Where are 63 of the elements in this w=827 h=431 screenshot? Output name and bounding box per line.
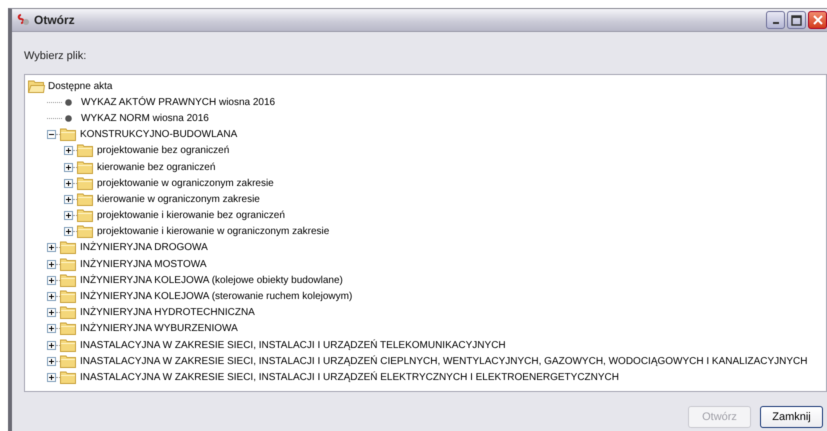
minimize-icon	[772, 22, 778, 24]
expand-icon[interactable]	[47, 243, 56, 252]
bullet-icon	[65, 98, 72, 106]
expand-icon[interactable]	[47, 372, 56, 382]
expand-icon[interactable]	[47, 356, 56, 366]
prompt-label: Wybierz plik:	[24, 50, 88, 62]
folder-icon	[77, 209, 94, 222]
expand-icon[interactable]	[47, 260, 56, 269]
folder-icon	[77, 192, 94, 206]
expand-icon[interactable]	[64, 146, 73, 156]
tree-item[interactable]: kierowanie bez ograniczeń	[96, 162, 216, 173]
expand-icon[interactable]	[64, 211, 73, 220]
window-title: Otwórz	[34, 13, 76, 27]
expand-icon[interactable]	[47, 324, 56, 334]
close-icon	[812, 15, 822, 25]
folder-icon	[77, 160, 94, 174]
dialog-button[interactable]: Zamknij	[760, 406, 823, 428]
folder-icon	[60, 322, 77, 336]
tree-item[interactable]: Dostępne akta	[47, 80, 114, 92]
tree-item[interactable]: INASTALACYJNA W ZAKRESIE SIECI, INSTALACJI I URZĄDZEŃ ELEKTRYCZNYCH I ELEKTROENERGETYCZNYCH	[79, 372, 620, 383]
tree-item[interactable]: INŻYNIERYJNA DROGOWA	[79, 242, 209, 254]
expand-icon[interactable]	[64, 227, 73, 236]
tree-item[interactable]: projektowanie bez ograniczeń	[96, 145, 230, 156]
folder-icon	[60, 241, 77, 254]
tree-item[interactable]: INŻYNIERYJNA KOLEJOWA (sterowanie ruchem kolejowym)	[79, 291, 354, 302]
tree-item[interactable]: WYKAZ NORM wiosna 2016	[80, 112, 210, 124]
folder-icon	[60, 258, 77, 271]
maximize-icon	[791, 14, 802, 26]
folder-icon	[60, 290, 77, 304]
tree-item[interactable]: INŻYNIERYJNA WYBURZENIOWA	[79, 323, 239, 334]
tree-item[interactable]: kierowanie w ograniczonym zakresie	[96, 194, 261, 205]
tree-item[interactable]: KONSTRUKCYJNO-BUDOWLANA	[79, 129, 238, 140]
tree-item[interactable]: INŻYNIERYJNA KOLEJOWA (kolejowe obiekty budowlane)	[79, 274, 344, 286]
expand-icon[interactable]	[64, 162, 73, 172]
folder-icon	[60, 370, 77, 384]
expand-icon[interactable]	[47, 340, 56, 350]
tree-item[interactable]: projektowanie i kierowanie bez ograniczeń	[96, 210, 286, 222]
collapse-icon[interactable]	[47, 130, 56, 140]
tree-item[interactable]: projektowanie i kierowanie w ograniczonym zakresie	[96, 226, 330, 238]
maximize-button[interactable]	[787, 11, 806, 29]
minimize-button[interactable]	[766, 11, 785, 29]
folder-icon	[60, 354, 77, 368]
expand-icon[interactable]	[64, 178, 73, 188]
folder-icon	[60, 306, 77, 320]
folder-icon	[60, 128, 77, 142]
expand-icon[interactable]	[47, 276, 56, 285]
tree-item[interactable]: INASTALACYJNA W ZAKRESIE SIECI, INSTALACJI I URZĄDZEŃ TELEKOMUNIKACYJNYCH	[79, 340, 507, 351]
tree-item[interactable]: INASTALACYJNA W ZAKRESIE SIECI, INSTALACJI I URZĄDZEŃ CIEPLNYCH, WENTYLACYJNYCH, GAZOWYCH, WODOCIĄGOWYCH I KANALIZACYJNYCH	[79, 356, 809, 367]
tree-item[interactable]: WYKAZ AKTÓW PRAWNYCH wiosna 2016	[80, 96, 276, 108]
tree-item[interactable]: INŻYNIERYJNA MOSTOWA	[79, 258, 208, 270]
tree-item[interactable]: INŻYNIERYJNA HYDROTECHNICZNA	[79, 307, 256, 318]
folder-icon	[60, 274, 77, 287]
bullet-icon	[65, 114, 72, 122]
folder-icon	[77, 144, 94, 158]
close-button[interactable]	[808, 11, 827, 29]
folder-icon	[77, 225, 94, 238]
expand-icon[interactable]	[64, 194, 73, 204]
expand-icon[interactable]	[47, 308, 56, 318]
app-icon	[16, 13, 30, 27]
folder-icon	[60, 338, 77, 352]
tree-item[interactable]: projektowanie w ograniczonym zakresie	[96, 178, 275, 189]
folder-icon	[77, 176, 94, 190]
expand-icon[interactable]	[47, 292, 56, 302]
